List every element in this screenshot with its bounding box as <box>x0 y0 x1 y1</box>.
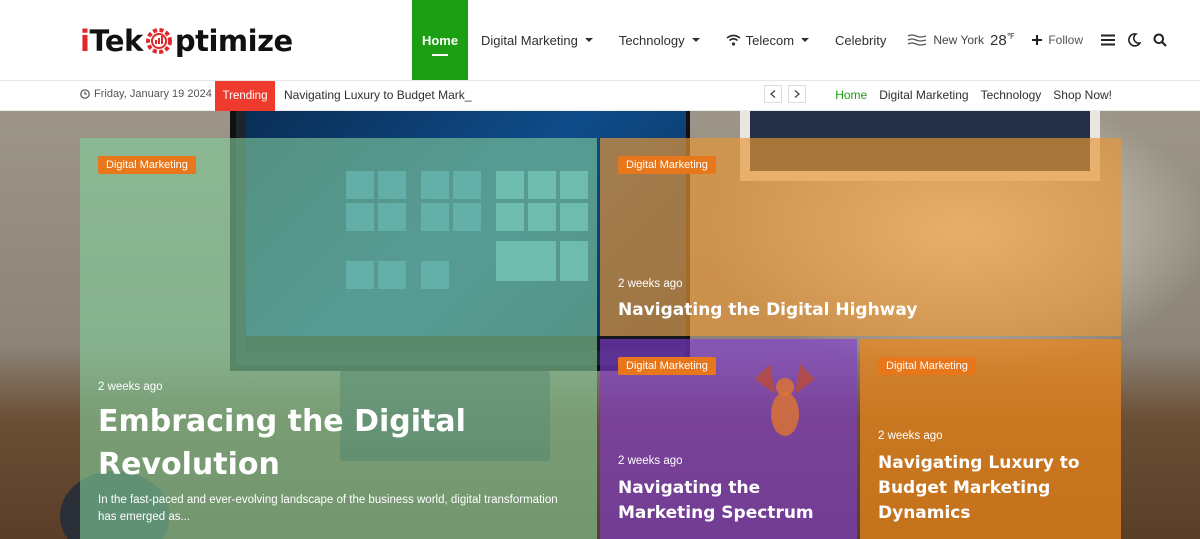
weather-unit: ℉ <box>1006 31 1015 41</box>
top-bar: Friday, January 19 2024 Trending Navigat… <box>0 81 1200 111</box>
caret-down-icon <box>584 38 593 42</box>
post-card[interactable]: Digital Marketing 2 weeks ago Navigating… <box>860 339 1121 539</box>
plus-icon <box>1032 35 1043 45</box>
featured-post-card[interactable]: Digital Marketing 2 weeks ago Embracing … <box>80 138 597 539</box>
ticker-next-button[interactable] <box>788 85 806 103</box>
wifi-icon <box>726 34 741 46</box>
menu-button[interactable] <box>1095 0 1121 80</box>
secondary-nav: Home Digital Marketing Technology Shop N… <box>835 88 1112 102</box>
gear-icon <box>145 28 172 54</box>
dragon-figure-illustration <box>755 364 815 436</box>
category-tag[interactable]: Digital Marketing <box>878 357 976 375</box>
nav-item-label: Celebrity <box>835 32 887 48</box>
clock-icon <box>80 89 90 99</box>
nav-item-label: Home <box>421 32 459 48</box>
search-icon <box>1153 33 1167 47</box>
site-header: i Tek ptimize Home Digital Marketing Tech… <box>0 0 1200 81</box>
search-button[interactable] <box>1147 0 1173 80</box>
ticker-arrows <box>764 85 806 103</box>
follow-button[interactable]: Follow <box>1024 0 1095 80</box>
nav-item-label: Digital Marketing <box>481 32 578 48</box>
post-title-line: Navigating the <box>618 478 761 498</box>
chevron-right-icon <box>794 90 800 98</box>
category-tag[interactable]: Digital Marketing <box>618 357 716 375</box>
nav-item-home[interactable]: Home <box>412 0 468 80</box>
post-title-line: Marketing Spectrum <box>618 503 814 524</box>
current-date: Friday, January 19 2024 <box>80 88 212 100</box>
post-date: 2 weeks ago <box>878 430 943 442</box>
ticker-text: Navigating Luxury to Budget Mark_ <box>284 88 472 102</box>
weather-temp: 28℉ <box>990 32 1014 49</box>
secondary-nav-technology[interactable]: Technology <box>981 88 1042 102</box>
post-date: 2 weeks ago <box>618 455 683 467</box>
post-card[interactable]: Digital Marketing 2 weeks ago Navigating… <box>600 339 857 539</box>
post-date: 2 weeks ago <box>98 381 163 393</box>
nav-item-telecom[interactable]: Telecom <box>713 0 822 80</box>
moon-icon <box>1128 33 1142 47</box>
weather-widget: New York 28℉ <box>899 0 1024 80</box>
trending-ticker-link[interactable]: Navigating Luxury to Budget Mark_ <box>284 88 471 102</box>
post-excerpt: In the fast-paced and ever-evolving land… <box>98 494 558 523</box>
nav-item-digital-marketing[interactable]: Digital Marketing <box>468 0 606 80</box>
secondary-nav-digital-marketing[interactable]: Digital Marketing <box>879 88 968 102</box>
category-tag[interactable]: Digital Marketing <box>618 156 716 174</box>
ticker-prev-button[interactable] <box>764 85 782 103</box>
wind-icon <box>908 34 927 46</box>
follow-label: Follow <box>1048 33 1084 47</box>
post-title-line: Dynamics <box>878 503 971 524</box>
post-title-line: Embracing the Digital <box>98 404 466 439</box>
secondary-nav-shop-now[interactable]: Shop Now! <box>1053 88 1112 102</box>
post-card[interactable]: Digital Marketing 2 weeks ago Navigating… <box>600 138 1121 336</box>
secondary-nav-home[interactable]: Home <box>835 88 867 102</box>
nav-item-label: Telecom <box>745 32 795 48</box>
dark-mode-toggle[interactable] <box>1121 0 1147 80</box>
weather-city: New York <box>933 33 985 47</box>
logo-text-optimize: ptimize <box>174 24 293 58</box>
post-date: 2 weeks ago <box>618 278 683 290</box>
date-text: Friday, January 19 2024 <box>94 88 212 100</box>
main-nav: Home Digital Marketing Technology Teleco… <box>412 0 1173 80</box>
site-logo[interactable]: i Tek ptimize <box>80 20 293 62</box>
logo-text-i: i <box>80 24 90 58</box>
menu-icon <box>1101 34 1116 46</box>
post-title[interactable]: Navigating the Digital Highway <box>618 299 1103 321</box>
category-tag[interactable]: Digital Marketing <box>98 156 196 174</box>
post-title-line: Navigating Luxury to <box>878 453 1080 473</box>
caret-down-icon <box>691 38 700 42</box>
trending-label: Trending <box>222 90 268 102</box>
trending-badge: Trending <box>215 81 275 111</box>
chevron-left-icon <box>770 90 776 98</box>
post-title-line: Budget Marketing <box>878 478 1051 499</box>
post-title-line: Revolution <box>98 446 280 482</box>
caret-down-icon <box>801 38 810 42</box>
nav-item-technology[interactable]: Technology <box>606 0 713 80</box>
nav-item-celebrity[interactable]: Celebrity <box>822 0 899 80</box>
post-title[interactable]: Navigating Luxury to Budget Marketing Dy… <box>878 451 1103 526</box>
post-title[interactable]: Navigating the Marketing Spectrum <box>618 476 839 526</box>
logo-text-tek: Tek <box>89 24 143 58</box>
post-title[interactable]: Embracing the Digital Revolution <box>98 401 579 487</box>
nav-item-label: Technology <box>618 32 685 48</box>
weather-temp-value: 28 <box>990 31 1007 49</box>
